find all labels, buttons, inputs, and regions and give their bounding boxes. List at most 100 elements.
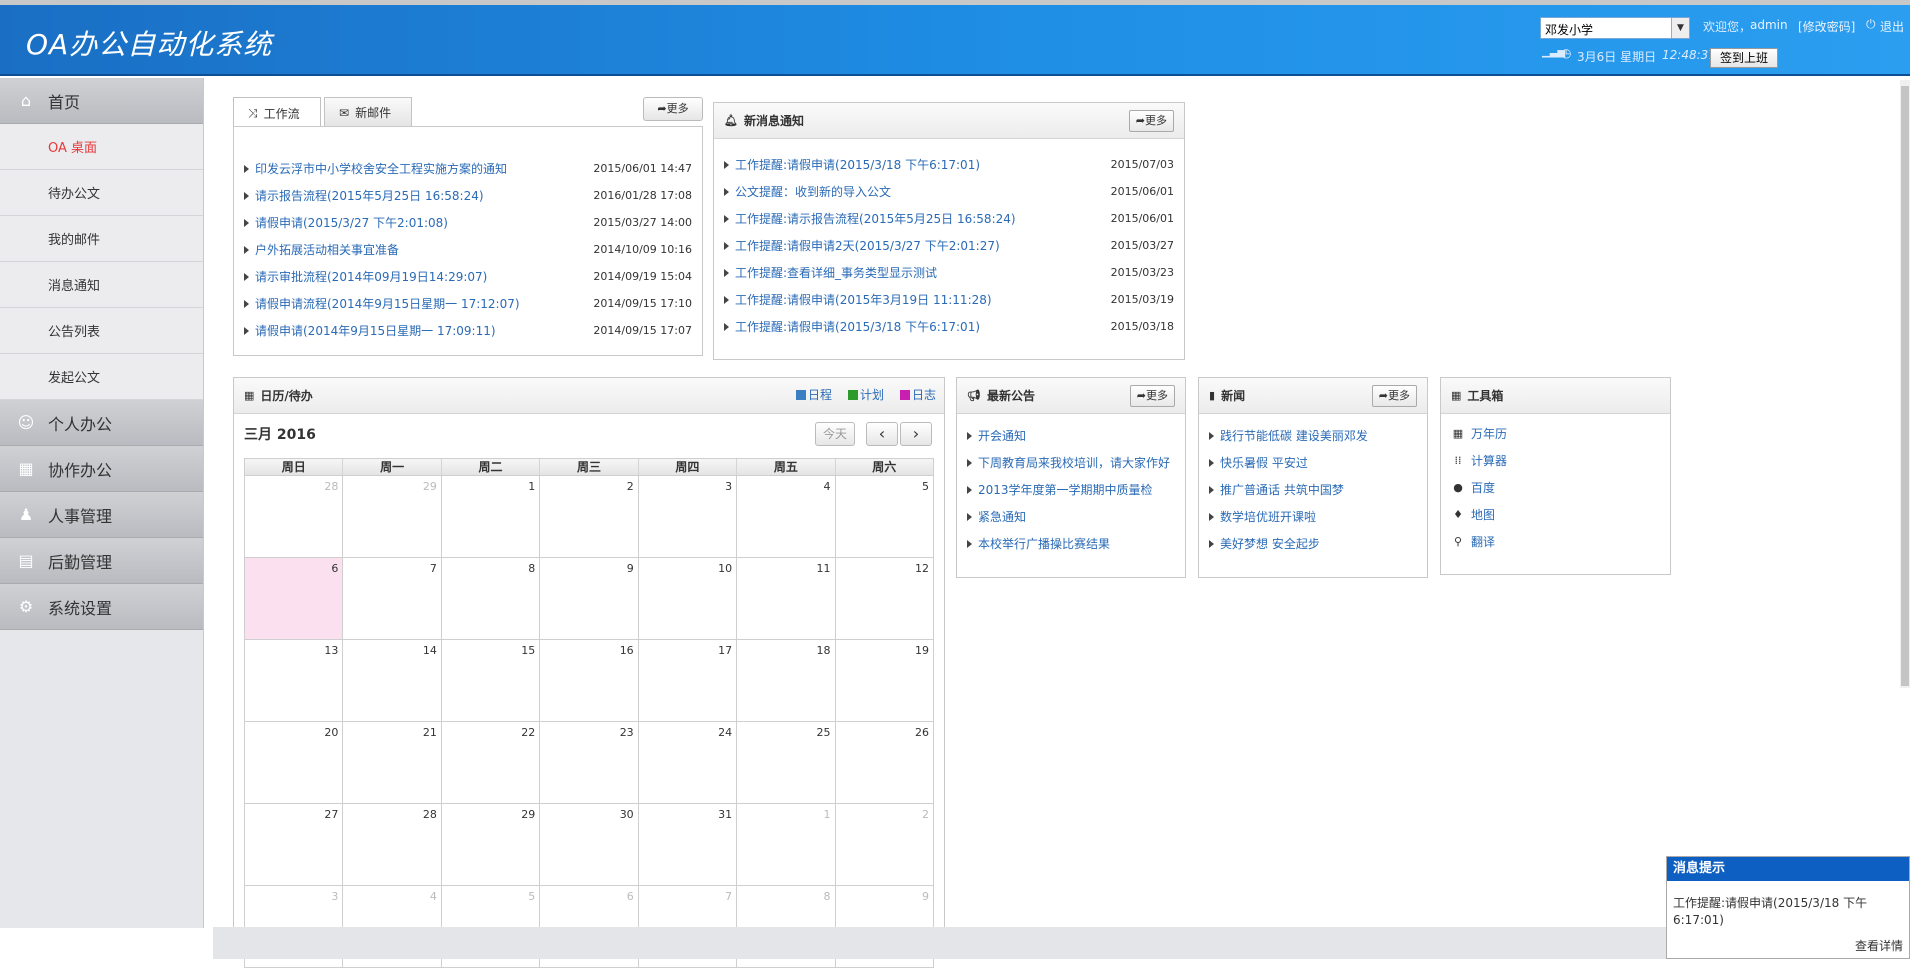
calendar-day-cell[interactable]: 5 xyxy=(835,476,934,558)
list-item-title[interactable]: 工作提醒:请假申请(2015/3/18 下午6:17:01) xyxy=(735,156,1111,173)
notice-more-button[interactable]: ➦更多 xyxy=(1128,110,1174,132)
list-item[interactable]: 工作提醒:请假申请2天(2015/3/27 下午2:01:27) 2015/03/… xyxy=(724,232,1174,259)
list-item-title[interactable]: 工作提醒:请示报告流程(2015年5月25日 16:58:24) xyxy=(735,210,1111,227)
list-item[interactable]: 请示审批流程(2014年09月19日14:29:07) 2014/09/19 15… xyxy=(244,263,692,290)
sidebar-sub-new-doc[interactable]: 发起公文 xyxy=(0,354,203,400)
list-item[interactable]: 2013学年度第一学期期中质量检 xyxy=(967,476,1175,503)
calendar-day-cell[interactable]: 15 xyxy=(441,640,541,722)
calendar-day-cell[interactable]: 12 xyxy=(835,558,934,640)
page-scrollbar[interactable] xyxy=(1900,80,1910,688)
toolbox-item[interactable]: ● 百度 xyxy=(1451,474,1660,501)
toolbox-item-label[interactable]: 万年历 xyxy=(1471,425,1507,442)
calendar-day-cell[interactable]: 25 xyxy=(737,722,836,804)
calendar-day-cell[interactable]: 7 xyxy=(343,558,442,640)
sidebar-item-hr[interactable]: ♟ 人事管理 xyxy=(0,492,203,538)
calendar-day-cell[interactable]: 29 xyxy=(441,804,541,886)
list-item-title[interactable]: 下周教育局来我校培训，请大家作好 xyxy=(978,454,1175,471)
list-item[interactable]: 推广普通话 共筑中国梦 xyxy=(1209,476,1417,503)
calendar-day-cell[interactable]: 13 xyxy=(245,640,344,722)
sidebar-item-settings[interactable]: ⚙ 系统设置 xyxy=(0,584,203,630)
calendar-day-cell[interactable]: 1 xyxy=(441,476,541,558)
sidebar-sub-my-mail[interactable]: 我的邮件 xyxy=(0,216,203,262)
calendar-legend-schedule[interactable]: 日程 xyxy=(796,386,832,403)
toolbox-item[interactable]: ▦ 万年历 xyxy=(1451,420,1660,447)
calendar-day-cell[interactable]: 16 xyxy=(540,640,639,722)
calendar-day-cell[interactable]: 29 xyxy=(343,476,442,558)
calendar-day-cell[interactable]: 10 xyxy=(638,558,738,640)
calendar-prev-button[interactable]: ‹ xyxy=(866,422,898,446)
calendar-day-cell[interactable]: 18 xyxy=(737,640,836,722)
sidebar-sub-announcements[interactable]: 公告列表 xyxy=(0,308,203,354)
list-item[interactable]: 践行节能低碳 建设美丽邓发 xyxy=(1209,422,1417,449)
list-item-title[interactable]: 推广普通话 共筑中国梦 xyxy=(1220,481,1417,498)
calendar-day-cell[interactable]: 23 xyxy=(540,722,639,804)
toolbox-item[interactable]: ⁞⁞ 计算器 xyxy=(1451,447,1660,474)
list-item-title[interactable]: 印发云浮市中小学校舍安全工程实施方案的通知 xyxy=(255,160,593,177)
calendar-day-cell[interactable]: 1 xyxy=(737,804,836,886)
sidebar-sub-messages[interactable]: 消息通知 xyxy=(0,262,203,308)
calendar-day-cell[interactable]: 20 xyxy=(245,722,344,804)
scrollbar-thumb[interactable] xyxy=(1901,86,1909,686)
calendar-day-cell[interactable]: 28 xyxy=(343,804,442,886)
calendar-day-cell[interactable]: 6 xyxy=(245,558,344,640)
list-item-title[interactable]: 数学培优班开课啦 xyxy=(1220,508,1417,525)
list-item-title[interactable]: 户外拓展活动相关事宜准备 xyxy=(255,241,593,258)
school-select[interactable]: 邓发小学 ▼ xyxy=(1540,17,1690,39)
list-item[interactable]: 公文提醒：收到新的导入公文 2015/06/01 xyxy=(724,178,1174,205)
toolbox-item[interactable]: ♦ 地图 xyxy=(1451,501,1660,528)
calendar-day-cell[interactable]: 3 xyxy=(638,476,738,558)
calendar-day-cell[interactable]: 14 xyxy=(343,640,442,722)
change-password-link[interactable]: [修改密码] xyxy=(1798,18,1855,35)
calendar-day-cell[interactable]: 26 xyxy=(835,722,934,804)
calendar-day-cell[interactable]: 8 xyxy=(441,558,541,640)
sidebar-item-home[interactable]: ⌂ 首页 xyxy=(0,78,203,124)
list-item-title[interactable]: 紧急通知 xyxy=(978,508,1175,525)
list-item-title[interactable]: 工作提醒:查看详细_事务类型显示测试 xyxy=(735,264,1111,281)
toolbox-item-label[interactable]: 翻译 xyxy=(1471,533,1495,550)
list-item-title[interactable]: 请示审批流程(2014年09月19日14:29:07) xyxy=(255,268,593,285)
calendar-legend-log[interactable]: 日志 xyxy=(900,386,936,403)
list-item-title[interactable]: 公文提醒：收到新的导入公文 xyxy=(735,183,1111,200)
sidebar-sub-pending-docs[interactable]: 待办公文 xyxy=(0,170,203,216)
list-item-title[interactable]: 本校举行广播操比赛结果 xyxy=(978,535,1175,552)
sidebar-item-logistics[interactable]: ▤ 后勤管理 xyxy=(0,538,203,584)
list-item[interactable]: 工作提醒:请假申请(2015/3/18 下午6:17:01) 2015/03/18 xyxy=(724,313,1174,340)
news-more-button[interactable]: ➦更多 xyxy=(1371,385,1417,407)
list-item[interactable]: 请假申请流程(2014年9月15日星期一 17:12:07) 2014/09/15… xyxy=(244,290,692,317)
list-item-title[interactable]: 请假申请流程(2014年9月15日星期一 17:12:07) xyxy=(255,295,593,312)
toolbox-item[interactable]: ⚲ 翻译 xyxy=(1451,528,1660,555)
tab-workflow[interactable]: ⤨ 工作流 xyxy=(233,97,321,128)
chevron-down-icon[interactable]: ▼ xyxy=(1671,18,1689,38)
list-item[interactable]: 工作提醒:请假申请(2015/3/18 下午6:17:01) 2015/07/03 xyxy=(724,151,1174,178)
list-item[interactable]: 请假申请(2014年9月15日星期一 17:09:11) 2014/09/15 1… xyxy=(244,317,692,344)
calendar-day-cell[interactable]: 17 xyxy=(638,640,738,722)
toolbox-item-label[interactable]: 计算器 xyxy=(1471,452,1507,469)
calendar-day-cell[interactable]: 28 xyxy=(245,476,344,558)
logout-link[interactable]: 退出 xyxy=(1880,18,1904,35)
list-item[interactable]: 快乐暑假 平安过 xyxy=(1209,449,1417,476)
announce-more-button[interactable]: ➦更多 xyxy=(1129,385,1175,407)
list-item[interactable]: 印发云浮市中小学校舍安全工程实施方案的通知 2015/06/01 14:47 xyxy=(244,155,692,182)
calendar-day-cell[interactable]: 19 xyxy=(835,640,934,722)
calendar-day-cell[interactable]: 4 xyxy=(737,476,836,558)
list-item[interactable]: 请假申请(2015/3/27 下午2:01:08) 2015/03/27 14:0… xyxy=(244,209,692,236)
calendar-day-cell[interactable]: 30 xyxy=(540,804,639,886)
list-item[interactable]: 紧急通知 xyxy=(967,503,1175,530)
list-item[interactable]: 户外拓展活动相关事宜准备 2014/10/09 10:16 xyxy=(244,236,692,263)
list-item-title[interactable]: 2013学年度第一学期期中质量检 xyxy=(978,481,1175,498)
list-item-title[interactable]: 请假申请(2015/3/27 下午2:01:08) xyxy=(255,214,593,231)
sidebar-item-collab[interactable]: ▦ 协作办公 xyxy=(0,446,203,492)
list-item-title[interactable]: 请假申请(2014年9月15日星期一 17:09:11) xyxy=(255,322,593,339)
calendar-day-cell[interactable]: 2 xyxy=(835,804,934,886)
tab-new-mail[interactable]: ✉ 新邮件 xyxy=(324,97,412,127)
calendar-day-cell[interactable]: 9 xyxy=(540,558,639,640)
list-item-title[interactable]: 工作提醒:请假申请(2015年3月19日 11:11:28) xyxy=(735,291,1111,308)
list-item-title[interactable]: 工作提醒:请假申请(2015/3/18 下午6:17:01) xyxy=(735,318,1111,335)
list-item[interactable]: 请示报告流程(2015年5月25日 16:58:24) 2016/01/28 17… xyxy=(244,182,692,209)
calendar-day-cell[interactable]: 27 xyxy=(245,804,344,886)
calendar-day-cell[interactable]: 24 xyxy=(638,722,738,804)
sidebar-sub-oa-desktop[interactable]: OA 桌面 xyxy=(0,124,203,170)
list-item[interactable]: 工作提醒:查看详细_事务类型显示测试 2015/03/23 xyxy=(724,259,1174,286)
toolbox-item-label[interactable]: 地图 xyxy=(1471,506,1495,523)
list-item-title[interactable]: 工作提醒:请假申请2天(2015/3/27 下午2:01:27) xyxy=(735,237,1111,254)
